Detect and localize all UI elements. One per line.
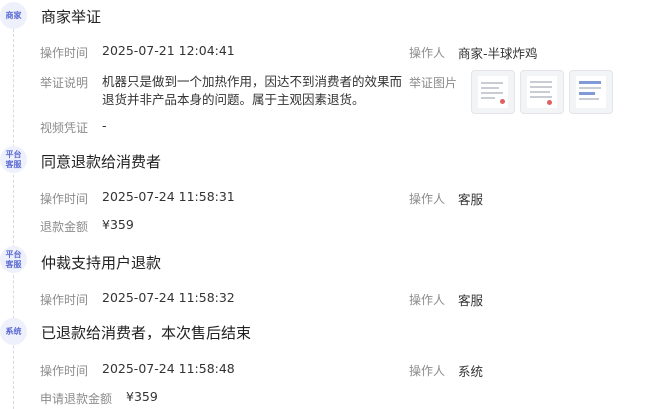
operator-value: 客服 [458,293,484,308]
platform-service-badge: 平台客服 [0,146,27,173]
operator-label: 操作人 [409,46,446,60]
refund-amount-label: 退款金额 [40,220,89,234]
operator-label: 操作人 [409,293,446,307]
platform-service-badge: 平台客服 [0,246,27,273]
video-voucher-label: 视频凭证 [40,121,89,135]
evidence-image-2[interactable] [520,70,564,114]
timeline-connector [13,24,14,409]
time-label: 操作时间 [40,46,89,60]
event-title: 已退款给消费者，本次售后结束 [41,324,252,342]
video-voucher-value: - [102,118,107,133]
evidence-image-1[interactable] [471,70,515,114]
event-title: 商家举证 [41,8,102,26]
operator-label: 操作人 [409,192,446,206]
time-label: 操作时间 [40,293,89,307]
time-label: 操作时间 [40,192,89,206]
merchant-badge: 商家 [0,2,27,29]
applied-refund-amount-value: ¥359 [126,389,158,404]
time-value: 2025-07-24 11:58:31 [102,189,235,204]
system-badge: 系统 [0,318,27,345]
operator-value: 商家-半球炸鸡 [458,46,538,61]
description-label: 举证说明 [40,76,89,90]
event-title: 同意退款给消费者 [41,153,162,171]
description-text: 机器只是做到一个加热作用，因达不到消费者的效果而退货并非产品本身的问题。属于主观… [102,74,403,107]
time-value: 2025-07-24 11:58:32 [102,290,235,305]
time-label: 操作时间 [40,364,89,378]
evidence-image-3[interactable] [569,70,613,114]
applied-refund-amount-label: 申请退款金额 [40,392,113,406]
time-value: 2025-07-24 11:58:48 [102,361,235,376]
evidence-images-label: 举证图片 [409,76,458,90]
refund-amount-value: ¥359 [102,217,134,232]
event-title: 仲裁支持用户退款 [41,254,162,272]
operator-value: 客服 [458,192,484,207]
operator-label: 操作人 [409,364,446,378]
operator-value: 系统 [458,364,484,379]
time-value: 2025-07-21 12:04:41 [102,43,235,58]
